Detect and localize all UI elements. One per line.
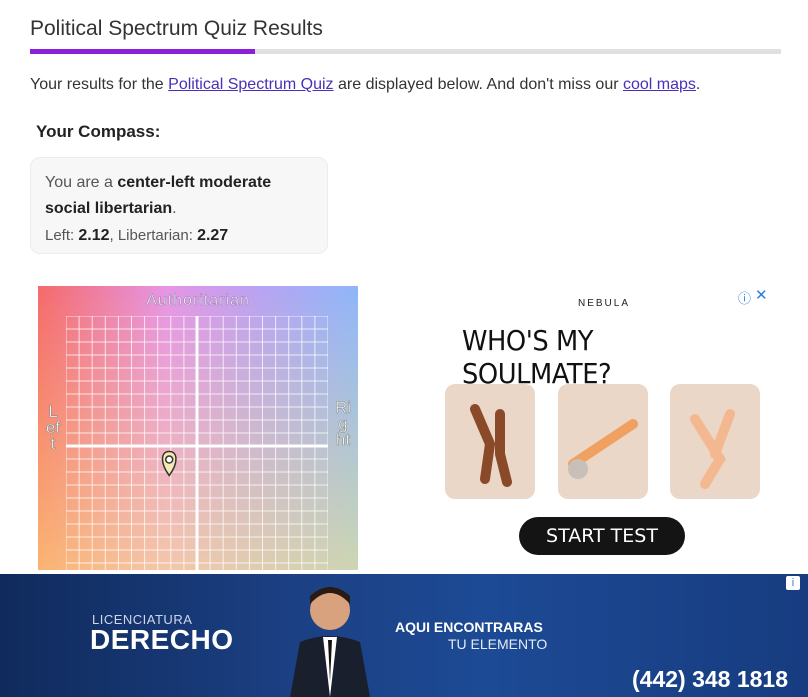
info-icon[interactable]: i [786,576,800,590]
start-test-button[interactable]: START TEST [519,517,685,555]
quiz-link[interactable]: Political Spectrum Quiz [168,76,333,93]
ad-brand: NEBULA [578,298,631,309]
compass-right-text: Right [334,398,352,449]
ad-image-card [558,384,648,499]
intro-middle: are displayed below. And don't miss our [333,76,623,93]
cool-maps-link[interactable]: cool maps [623,76,696,93]
left-score-value: 2.12 [78,227,110,244]
banner-tag1: AQUI ENCONTRARAS [395,619,543,635]
compass-right-label: Right [334,398,352,449]
hands-icon [470,404,512,487]
banner-tag2: TU ELEMENTO [448,636,548,652]
banner-phone: (442) 348 1818 [632,666,789,692]
result-card: You are a center-left moderate social li… [30,157,328,254]
title-progress-bar [30,49,781,54]
left-score-label: Left: [45,227,79,244]
political-compass: Authoritarian Left Right [38,286,358,570]
compass-grid [66,316,328,570]
compass-top-label: Authoritarian [146,292,250,310]
info-icon[interactable]: ⓘ [738,288,751,307]
compass-left-text: Left [45,402,61,453]
hands-icon [568,419,638,479]
banner-ad[interactable]: LICENCIATURA DERECHO AQUI ENCONTRARAS TU… [0,574,808,697]
intro-prefix: Your results for the [30,76,169,93]
title-progress-fill [30,49,256,54]
ad-headline: WHO'S MY SOULMATE? [462,324,612,390]
compass-left-label: Left [44,402,62,453]
banner-line2: DERECHO [90,624,234,655]
hands-icon [690,409,735,489]
close-icon[interactable]: ✕ [755,286,768,304]
intro-text: Your results for the Political Spectrum … [30,76,700,94]
ad-image-card [670,384,760,499]
page-title: Political Spectrum Quiz Results [30,17,323,40]
result-scores: Left: 2.12, Libertarian: 2.27 [45,224,313,248]
ad-soulmate[interactable]: NEBULA WHO'S MY SOULMATE? START TEST [430,284,770,564]
result-prefix: You are a [45,174,118,191]
person-image [290,587,370,697]
intro-suffix: . [695,76,701,93]
result-summary: You are a center-left moderate social li… [45,170,313,222]
lib-score-label: Libertarian: [117,227,198,244]
lib-score-value: 2.27 [197,227,229,244]
ad-image-card [445,384,535,499]
score-separator: , [109,227,118,244]
result-suffix: . [172,200,177,217]
compass-heading: Your Compass: [36,122,161,141]
